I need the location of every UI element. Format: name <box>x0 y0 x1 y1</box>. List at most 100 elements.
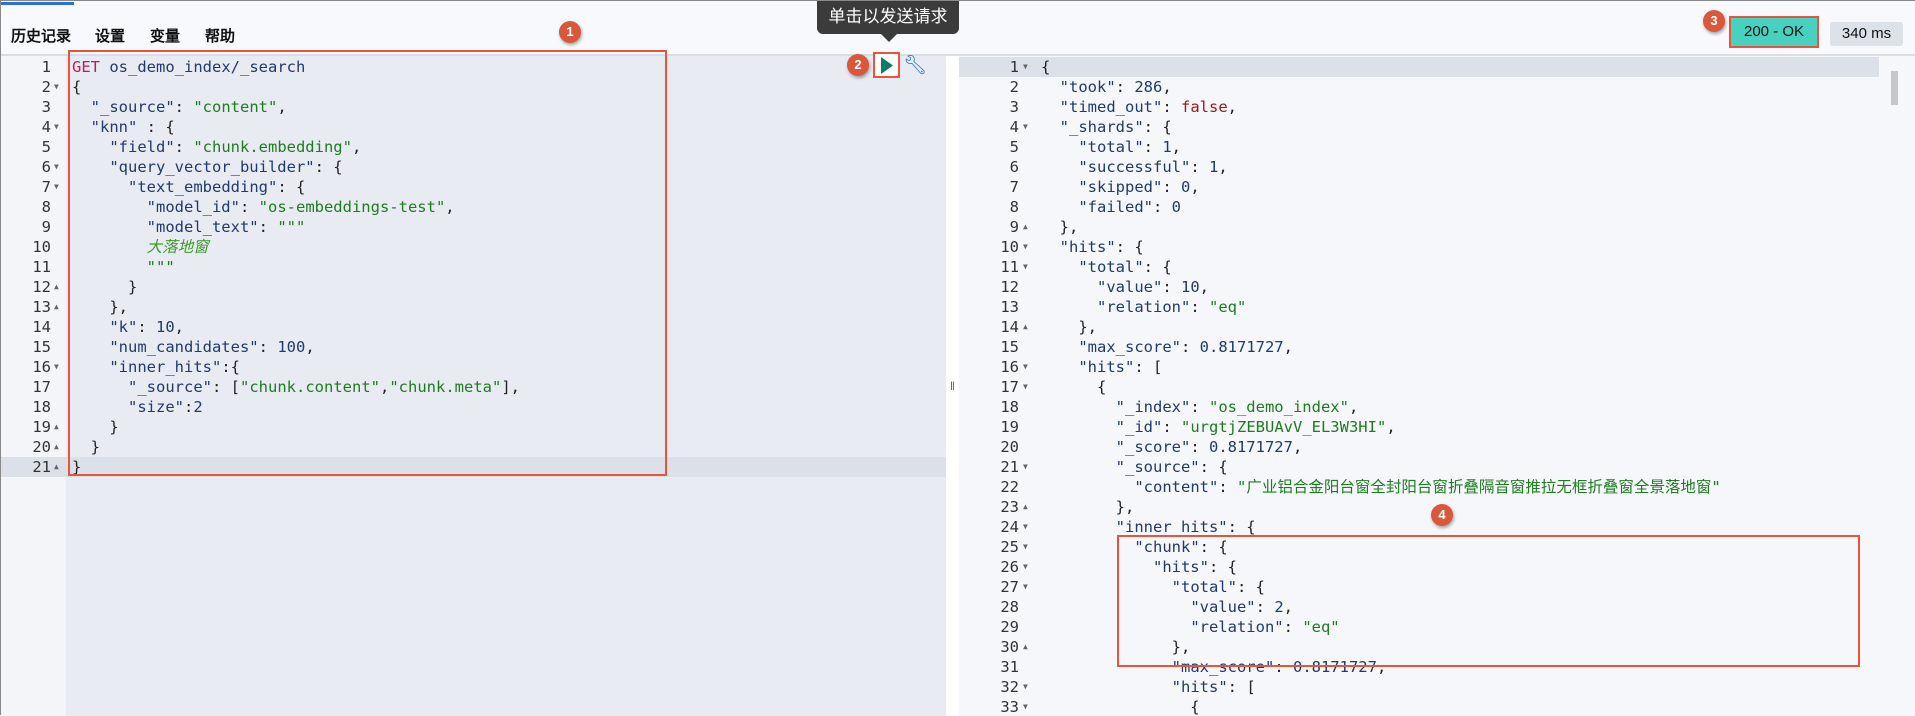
fold-arrow-up-icon[interactable]: ▲ <box>54 457 59 477</box>
fold-arrow-down-icon[interactable]: ▼ <box>54 157 59 177</box>
code-line: "skipped": 0, <box>1041 177 1199 197</box>
code-token: : <box>1180 338 1200 356</box>
line-number: 19 <box>1000 418 1019 436</box>
code-token: : <box>1190 158 1209 176</box>
fold-arrow-down-icon[interactable]: ▼ <box>1023 557 1028 577</box>
code-line: "relation": "eq" <box>1041 297 1246 317</box>
code-token: "_shards" <box>1059 118 1144 136</box>
code-line: { <box>1041 377 1106 397</box>
code-token: "relation" <box>1097 298 1191 316</box>
code-token: "_source" <box>1115 458 1200 476</box>
line-number: 11 <box>32 258 51 276</box>
line-number: 5 <box>1009 138 1019 156</box>
fold-arrow-up-icon[interactable]: ▲ <box>54 417 59 437</box>
code-line: "_id": "urgtjZEBUAvV_EL3W3HI", <box>1041 417 1396 437</box>
fold-arrow-down-icon[interactable]: ▼ <box>1023 457 1028 477</box>
line-number: 15 <box>1000 338 1019 356</box>
code-line: "content": "广业铝合金阳台窗全封阳台窗折叠隔音窗推拉无框折叠窗全景落… <box>1041 477 1720 497</box>
line-number: 3 <box>1009 98 1019 116</box>
fold-arrow-down-icon[interactable]: ▼ <box>1023 57 1028 77</box>
fold-arrow-up-icon[interactable]: ▲ <box>54 277 59 297</box>
menu-settings[interactable]: 设置 <box>95 25 125 46</box>
fold-arrow-up-icon[interactable]: ▲ <box>1023 317 1028 337</box>
fold-arrow-down-icon[interactable]: ▼ <box>1023 697 1028 716</box>
line-number: 23 <box>1000 498 1019 516</box>
code-token: "inner_hits" <box>1115 518 1228 536</box>
line-number: 13 <box>1000 298 1019 316</box>
wrench-icon[interactable]: 🔧︎ <box>903 53 927 77</box>
annotation-badge-1: 1 <box>559 21 581 43</box>
fold-arrow-down-icon[interactable]: ▼ <box>54 77 59 97</box>
line-number: 29 <box>1000 618 1019 636</box>
code-token: }, <box>1041 498 1135 516</box>
line-number: 22 <box>1000 478 1019 496</box>
code-token: "_score" <box>1115 438 1191 456</box>
send-request-button[interactable] <box>873 52 900 78</box>
fold-arrow-up-icon[interactable]: ▲ <box>54 437 59 457</box>
code-token: "failed" <box>1078 198 1153 216</box>
annotation-badge-3: 3 <box>1703 10 1725 32</box>
fold-arrow-down-icon[interactable]: ▼ <box>1023 517 1028 537</box>
fold-arrow-up-icon[interactable]: ▲ <box>1023 217 1028 237</box>
fold-arrow-down-icon[interactable]: ▼ <box>1023 577 1028 597</box>
fold-arrow-down-icon[interactable]: ▼ <box>1023 677 1028 697</box>
code-line: "timed_out": false, <box>1041 97 1237 117</box>
code-token: : <box>1162 278 1181 296</box>
annotation-box-request <box>68 50 667 476</box>
code-token: false <box>1181 98 1228 116</box>
code-token: : { <box>1143 118 1172 136</box>
code-line: "_shards": { <box>1041 117 1172 137</box>
code-token: { <box>1041 378 1107 396</box>
line-number: 24 <box>1000 518 1019 536</box>
line-number: 31 <box>1000 658 1019 676</box>
fold-arrow-down-icon[interactable]: ▼ <box>1023 537 1028 557</box>
play-icon <box>881 57 893 74</box>
line-number: 12 <box>1000 278 1019 296</box>
fold-arrow-down-icon[interactable]: ▼ <box>54 117 59 137</box>
line-number: 10 <box>1000 238 1019 256</box>
panel-resize-handle[interactable]: ‖ <box>946 56 959 716</box>
line-number: 19 <box>32 418 51 436</box>
code-token: "os_demo_index" <box>1208 398 1349 416</box>
fold-arrow-down-icon[interactable]: ▼ <box>1023 357 1028 377</box>
code-line: "took": 286, <box>1041 77 1172 97</box>
menu-help[interactable]: 帮助 <box>205 25 235 46</box>
line-number: 2 <box>41 78 51 96</box>
fold-arrow-down-icon[interactable]: ▼ <box>1023 377 1028 397</box>
line-number: 7 <box>1009 178 1019 196</box>
fold-arrow-down-icon[interactable]: ▼ <box>54 177 59 197</box>
line-number: 15 <box>32 338 51 356</box>
code-token: "skipped" <box>1078 178 1163 196</box>
menu-history[interactable]: 历史记录 <box>11 25 71 46</box>
fold-arrow-up-icon[interactable]: ▲ <box>54 297 59 317</box>
line-number: 13 <box>32 298 51 316</box>
code-token: 286 <box>1134 78 1163 96</box>
scrollbar-thumb[interactable] <box>1891 71 1898 105</box>
line-number: 8 <box>41 198 51 216</box>
code-token: , <box>1171 138 1182 156</box>
send-request-tooltip: 单击以发送请求 <box>817 1 959 42</box>
code-line: "total": 1, <box>1041 137 1181 157</box>
code-line: "_index": "os_demo_index", <box>1041 397 1359 417</box>
line-number: 32 <box>1000 678 1019 696</box>
code-token: 10 <box>1181 278 1200 296</box>
annotation-badge-4: 4 <box>1431 504 1453 526</box>
code-token: , <box>1227 98 1238 116</box>
fold-arrow-down-icon[interactable]: ▼ <box>1023 117 1028 137</box>
fold-arrow-down-icon[interactable]: ▼ <box>1023 257 1028 277</box>
line-number: 12 <box>32 278 51 296</box>
fold-arrow-down-icon[interactable]: ▼ <box>1023 237 1028 257</box>
menu-variables[interactable]: 变量 <box>150 25 180 46</box>
code-token: , <box>1162 78 1172 96</box>
fold-arrow-up-icon[interactable]: ▲ <box>1023 497 1028 517</box>
fold-arrow-up-icon[interactable]: ▲ <box>1023 637 1028 657</box>
line-number: 6 <box>41 158 51 176</box>
code-token: "_index" <box>1115 398 1191 416</box>
response-scrollbar[interactable] <box>1889 63 1900 703</box>
fold-arrow-down-icon[interactable]: ▼ <box>54 357 59 377</box>
